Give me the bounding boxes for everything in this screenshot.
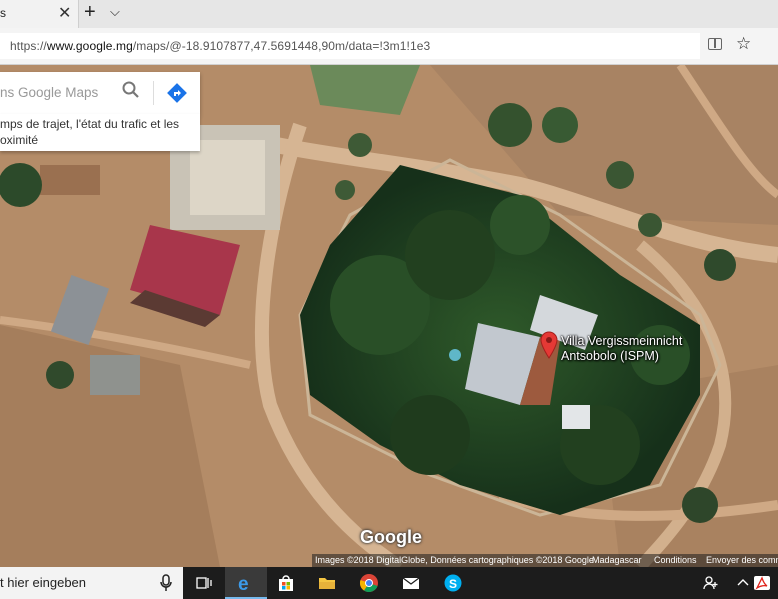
google-logo: Google bbox=[360, 527, 422, 547]
imagery-credit: Images ©2018 DigitalGlobe, Données carto… bbox=[315, 555, 594, 565]
chrome-icon[interactable] bbox=[348, 567, 390, 599]
file-explorer-icon[interactable] bbox=[306, 567, 348, 599]
browser-tab[interactable]: s ✕ bbox=[0, 0, 79, 28]
skype-icon[interactable]: S bbox=[432, 567, 474, 599]
reading-view-icon[interactable] bbox=[708, 38, 722, 50]
place-name-line-1: Villa Vergissmeinnicht bbox=[561, 334, 683, 348]
search-divider bbox=[153, 81, 154, 105]
search-input[interactable]: ns Google Maps bbox=[0, 85, 98, 100]
microphone-icon[interactable] bbox=[160, 574, 172, 597]
chevron-down-icon[interactable]: ⌵ bbox=[110, 4, 120, 20]
favorite-star-icon[interactable]: ☆ bbox=[736, 34, 751, 54]
taskbar: t hier eingeben e S bbox=[0, 567, 778, 599]
map-attribution-bar: Images ©2018 DigitalGlobe, Données carto… bbox=[312, 554, 778, 567]
country-link[interactable]: Madagascar bbox=[592, 555, 642, 565]
info-line-1: mps de trajet, l'état du trafic et les bbox=[0, 117, 180, 131]
close-tab-icon[interactable]: ✕ bbox=[58, 3, 71, 23]
place-name-line-2: Antsobolo (ISPM) bbox=[561, 349, 659, 363]
acrobat-icon[interactable] bbox=[748, 567, 778, 599]
url-text: https://www.google.mg/maps/@-18.9107877,… bbox=[10, 39, 431, 53]
taskbar-search-box[interactable]: t hier eingeben bbox=[0, 567, 183, 599]
maps-info-card: mps de trajet, l'état du trafic et les o… bbox=[0, 114, 200, 151]
tab-strip: s ✕ + ⌵ bbox=[0, 0, 778, 28]
satellite-map[interactable]: ns Google Maps mps de trajet, l'état du … bbox=[0, 65, 778, 567]
svg-text:e: e bbox=[238, 574, 249, 593]
new-tab-icon[interactable]: + bbox=[84, 1, 96, 24]
store-icon[interactable] bbox=[265, 567, 307, 599]
address-bar: https://www.google.mg/maps/@-18.9107877,… bbox=[0, 28, 778, 65]
task-view-icon[interactable] bbox=[183, 567, 225, 599]
info-line-2: oximité bbox=[0, 133, 39, 147]
taskbar-search-text: t hier eingeben bbox=[0, 575, 87, 590]
mail-icon[interactable] bbox=[390, 567, 432, 599]
url-field[interactable]: https://www.google.mg/maps/@-18.9107877,… bbox=[0, 33, 700, 59]
svg-text:S: S bbox=[449, 577, 457, 591]
tab-title: s bbox=[0, 6, 6, 20]
maps-search-box[interactable]: ns Google Maps bbox=[0, 72, 200, 114]
feedback-link[interactable]: Envoyer des comm bbox=[706, 555, 778, 565]
edge-browser-icon[interactable]: e bbox=[225, 567, 267, 599]
conditions-link[interactable]: Conditions bbox=[654, 555, 697, 565]
place-label[interactable]: Villa Vergissmeinnicht Antsobolo (ISPM) bbox=[561, 334, 682, 364]
